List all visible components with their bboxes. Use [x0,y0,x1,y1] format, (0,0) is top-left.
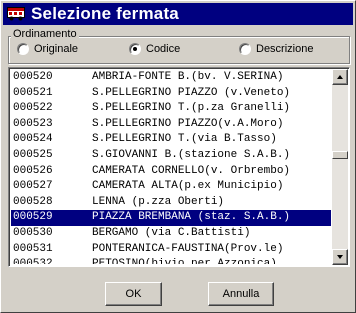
radio-selected-dot [133,47,137,51]
stop-code: 000521 [13,86,53,99]
radio-descrizione[interactable]: Descrizione [239,42,313,56]
stop-code: 000530 [13,226,53,239]
stop-code: 000522 [13,102,53,115]
stop-name: CAMERATA CORNELLO(v. Orbrembo) [92,164,291,177]
stop-code: 000523 [13,117,53,130]
list-item[interactable]: 000527 CAMERATA ALTA(p.ex Municipio) [11,179,331,195]
list-item[interactable]: 000523 S.PELLEGRINO PIAZZO(v.A.Moro) [11,117,331,133]
radio-descrizione-label[interactable]: Descrizione [256,43,313,55]
list-item[interactable]: 000526 CAMERATA CORNELLO(v. Orbrembo) [11,164,331,180]
stop-code: 000524 [13,133,53,146]
dialog-window: Selezione fermata Ordinamento Originale … [0,0,356,313]
list-item[interactable]: 000528 LENNA (p.zza Oberti) [11,195,331,211]
ordering-legend: Ordinamento [11,28,79,40]
bus-icon [7,7,25,21]
list-item[interactable]: 000522 S.PELLEGRINO T.(p.za Granelli) [11,101,331,117]
stop-code: 000526 [13,164,53,177]
radio-descrizione-circle[interactable] [239,43,251,55]
stop-code: 000520 [13,71,53,83]
list-item[interactable]: 000532PETOSINO(bivio per Azzonica) [11,257,331,264]
list-item[interactable]: 000529 PIAZZA BREMBANA (staz. S.A.B.) [11,210,331,226]
stop-name: PETOSINO(bivio per Azzonica) [92,257,277,264]
arrow-down-icon [337,255,343,259]
ok-button[interactable]: OK [105,282,162,306]
radio-codice-circle[interactable] [129,43,141,55]
list-item[interactable]: 000531 PONTERANICA-FAUSTINA(Prov.le) [11,242,331,258]
stop-name: LENNA (p.zza Oberti) [92,195,225,208]
radio-originale-circle[interactable] [17,43,29,55]
stop-name: S.GIOVANNI B.(stazione S.A.B.) [92,148,291,161]
stop-code: 000532 [13,257,92,264]
stops-listbox[interactable]: 000520 AMBRIA-FONTE B.(bv. V.SERINA) 00052… [8,67,350,267]
arrow-up-icon [337,75,343,79]
stop-name: CAMERATA ALTA(p.ex Municipio) [92,180,284,193]
title-bar[interactable]: Selezione fermata [3,3,353,25]
scroll-down-button[interactable] [332,249,348,265]
stop-name: S.PELLEGRINO PIAZZO(v.A.Moro) [92,117,284,130]
list-item[interactable]: 000530 BERGAMO (via C.Battisti) [11,226,331,242]
radio-originale-label[interactable]: Originale [34,43,78,55]
stop-code: 000531 [13,242,53,255]
stop-name: S.PELLEGRINO T.(via B.Tasso) [92,133,277,146]
scroll-up-button[interactable] [332,69,348,85]
list-item[interactable]: 000525 S.GIOVANNI B.(stazione S.A.B.) [11,148,331,164]
stop-name: PIAZZA BREMBANA (staz. S.A.B.) [92,211,291,224]
scroll-thumb[interactable] [332,151,348,159]
radio-codice-label[interactable]: Codice [146,43,180,55]
stop-name: PONTERANICA-FAUSTINA(Prov.le) [92,242,284,255]
stop-code: 000529 [13,211,53,224]
list-item[interactable]: 000520 AMBRIA-FONTE B.(bv. V.SERINA) [11,70,331,86]
stop-code: 000527 [13,180,53,193]
stop-name: BERGAMO (via C.Battisti) [92,226,251,239]
cancel-button[interactable]: Annulla [208,282,274,306]
radio-originale[interactable]: Originale [17,42,78,56]
radio-codice[interactable]: Codice [129,42,180,56]
stop-name: S.PELLEGRINO PIAZZO (v.Veneto) [92,86,291,99]
stop-name: AMBRIA-FONTE B.(bv. V.SERINA) [92,71,284,83]
window-title: Selezione fermata [31,4,179,23]
stop-code: 000528 [13,195,53,208]
vertical-scrollbar[interactable] [332,69,348,265]
stops-list: 000520 AMBRIA-FONTE B.(bv. V.SERINA) 00052… [11,70,331,264]
stop-name: S.PELLEGRINO T.(p.za Granelli) [92,102,291,115]
list-item[interactable]: 000524 S.PELLEGRINO T.(via B.Tasso) [11,132,331,148]
list-item[interactable]: 000521 S.PELLEGRINO PIAZZO (v.Veneto) [11,86,331,102]
stop-code: 000525 [13,148,53,161]
